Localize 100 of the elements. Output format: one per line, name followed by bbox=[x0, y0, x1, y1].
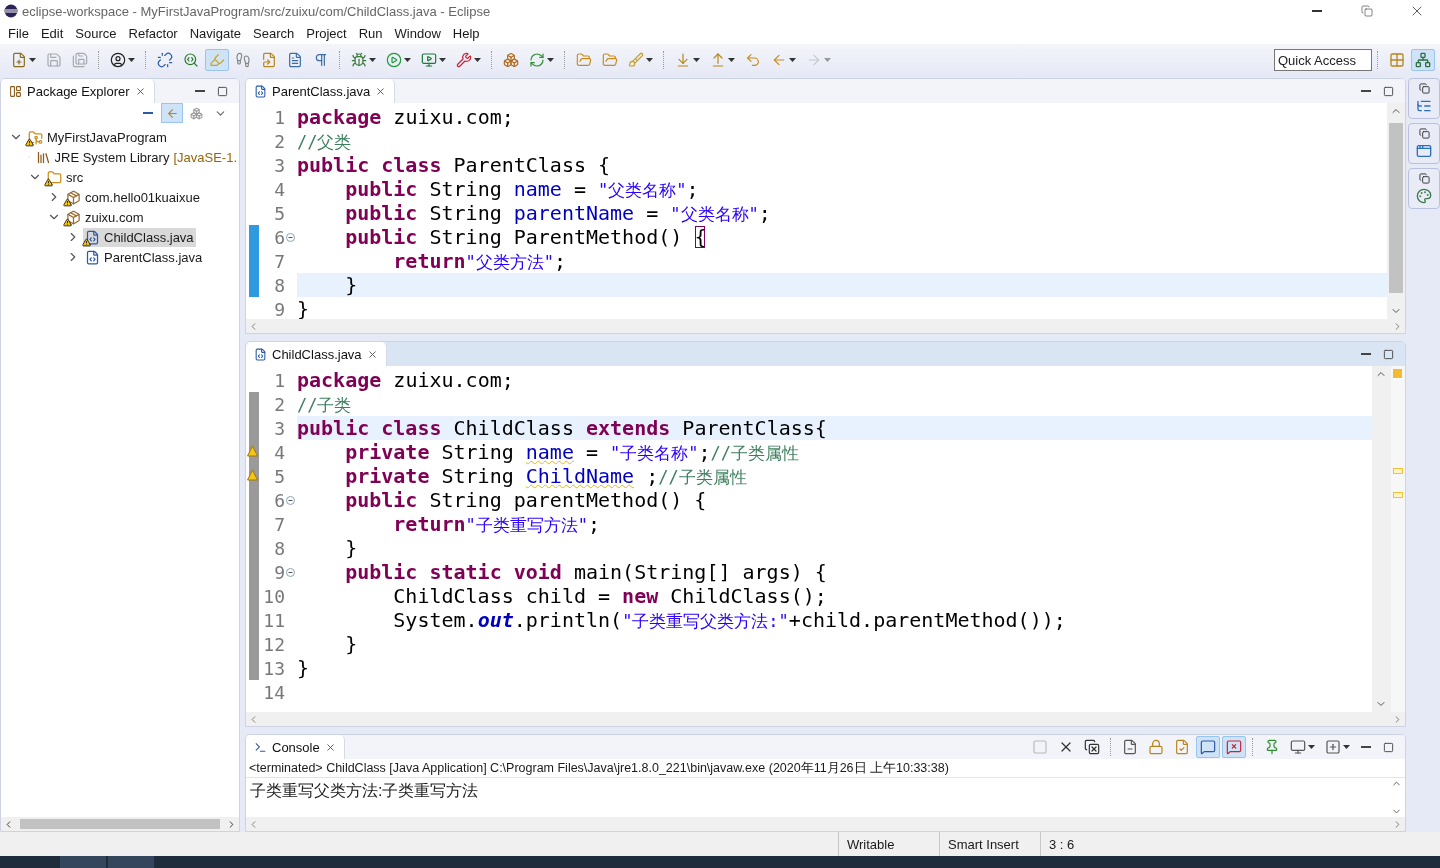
horizontal-scrollbar[interactable] bbox=[1, 817, 239, 831]
tree-item[interactable]: zuixu.com bbox=[64, 207, 146, 227]
close-icon[interactable] bbox=[134, 85, 146, 97]
line-number: 5 bbox=[273, 465, 285, 487]
code-line: } bbox=[344, 536, 358, 560]
menu-item[interactable]: Window bbox=[388, 23, 447, 43]
console-icon bbox=[254, 740, 267, 754]
file-minus-icon bbox=[1122, 739, 1138, 755]
message-icon bbox=[1200, 739, 1216, 755]
arrow-down-icon bbox=[675, 52, 691, 68]
minimize-icon bbox=[1361, 353, 1371, 355]
maximize-icon bbox=[1382, 348, 1394, 360]
outline-icon[interactable] bbox=[1416, 98, 1432, 114]
file-icon bbox=[261, 52, 277, 68]
line-number: 11 bbox=[262, 609, 285, 631]
java-perspective-icon bbox=[1415, 52, 1431, 68]
line-number: 5 bbox=[273, 202, 285, 224]
code-line: return"子类重写方法"; bbox=[392, 512, 601, 536]
minimize-icon bbox=[1312, 10, 1322, 12]
line-number: 3 bbox=[273, 417, 285, 439]
menu-item[interactable]: File bbox=[2, 23, 35, 43]
wrench-icon bbox=[456, 52, 472, 68]
horizontal-scrollbar[interactable] bbox=[246, 712, 1405, 726]
menu-item[interactable]: Search bbox=[247, 23, 301, 43]
tree-item[interactable]: ChildClass.java bbox=[83, 227, 196, 247]
refresh-icon bbox=[529, 52, 545, 68]
menu-item[interactable]: Refactor bbox=[122, 23, 184, 43]
code-line: public String parentName = "父类名称"; bbox=[344, 201, 771, 225]
monitor-play-icon bbox=[421, 52, 437, 68]
perspective-button[interactable] bbox=[1411, 49, 1435, 71]
editor-tab[interactable]: ParentClass.java bbox=[246, 79, 396, 103]
restore-icon[interactable] bbox=[1418, 83, 1430, 94]
vertical-scrollbar[interactable] bbox=[1372, 366, 1390, 712]
menu-item[interactable]: Source bbox=[69, 23, 123, 43]
menu-item[interactable]: Help bbox=[446, 23, 486, 43]
editor-tab[interactable]: ChildClass.java bbox=[246, 342, 387, 366]
view-tab[interactable]: Package Explorer bbox=[1, 79, 155, 103]
code-line: public String name = "父类名称"; bbox=[344, 177, 699, 201]
close-icon[interactable] bbox=[324, 741, 336, 753]
code-line: //子类 bbox=[297, 394, 352, 416]
quick-access-field[interactable]: Quick Access bbox=[1274, 49, 1372, 71]
console-status: <terminated> ChildClass [Java Application] C:\Program Files\Java\jre1.8.0_221\bin\javaw.exe (2020年11月26日 上午10:33:38) bbox=[246, 759, 1405, 778]
caret-icon bbox=[693, 58, 700, 62]
horizontal-scrollbar[interactable] bbox=[246, 817, 1405, 831]
tree-item[interactable]: com.hello01kuaixue bbox=[64, 187, 202, 207]
tree-item[interactable]: JRE System Library [JavaSE-1. bbox=[33, 147, 239, 167]
fold-icon[interactable] bbox=[286, 496, 295, 505]
boxes-icon bbox=[189, 106, 203, 120]
palette-icon[interactable] bbox=[1416, 188, 1432, 204]
horizontal-scrollbar[interactable] bbox=[246, 319, 1405, 333]
caret-icon bbox=[439, 58, 446, 62]
tree-item[interactable]: ParentClass.java bbox=[83, 247, 205, 267]
unlink-icon bbox=[157, 52, 173, 68]
code-line: public String ParentMethod() { bbox=[344, 225, 707, 249]
menu-item[interactable]: Navigate bbox=[183, 23, 247, 43]
line-number: 6 bbox=[273, 226, 285, 248]
warning-summary-icon bbox=[1393, 369, 1402, 380]
fold-icon[interactable] bbox=[286, 568, 295, 577]
new-file-icon bbox=[11, 52, 27, 68]
save-icon bbox=[46, 52, 62, 68]
code-line: public static void main(String[] args) { bbox=[344, 560, 827, 584]
minimize-icon bbox=[1361, 90, 1371, 92]
caret-icon bbox=[728, 58, 735, 62]
view-tab[interactable]: Console bbox=[246, 735, 345, 759]
caret-icon bbox=[547, 58, 554, 62]
minimize-icon bbox=[195, 90, 205, 92]
caret-icon bbox=[404, 58, 411, 62]
minus-icon bbox=[143, 112, 153, 114]
line-number: 9 bbox=[273, 561, 285, 583]
line-number: 10 bbox=[262, 585, 285, 607]
minimize-icon bbox=[1361, 746, 1371, 748]
bug-icon bbox=[351, 52, 367, 68]
close-icon[interactable] bbox=[375, 85, 387, 97]
line-number: 7 bbox=[273, 513, 285, 535]
warning-marker[interactable] bbox=[1393, 492, 1403, 498]
code-line: } bbox=[344, 632, 358, 656]
tree-item[interactable]: src bbox=[45, 167, 86, 187]
code-line: private String name = "子类名称";//子类属性 bbox=[344, 440, 800, 464]
boxes-icon bbox=[503, 52, 519, 68]
warning-marker[interactable] bbox=[1393, 468, 1403, 474]
file-check-icon bbox=[1174, 739, 1190, 755]
vertical-scrollbar[interactable] bbox=[1387, 103, 1405, 319]
restore-icon bbox=[1361, 5, 1373, 17]
line-number: 6 bbox=[273, 489, 285, 511]
line-number: 4 bbox=[273, 441, 285, 463]
tree-item[interactable]: MyFirstJavaProgram bbox=[26, 127, 169, 147]
menu-item[interactable]: Run bbox=[352, 23, 389, 43]
restore-icon[interactable] bbox=[1418, 128, 1430, 139]
line-number: 1 bbox=[273, 106, 285, 128]
brush-icon bbox=[628, 52, 644, 68]
fold-icon[interactable] bbox=[286, 233, 295, 242]
menu-item[interactable]: Project bbox=[300, 23, 353, 43]
code-line: } bbox=[297, 297, 310, 319]
search-icon bbox=[183, 52, 199, 68]
java-file-icon bbox=[85, 249, 100, 265]
package-icon bbox=[66, 189, 81, 205]
close-icon[interactable] bbox=[366, 348, 378, 360]
restore-icon[interactable] bbox=[1418, 173, 1430, 184]
menu-item[interactable]: Edit bbox=[34, 23, 70, 43]
window-icon[interactable] bbox=[1416, 143, 1432, 159]
